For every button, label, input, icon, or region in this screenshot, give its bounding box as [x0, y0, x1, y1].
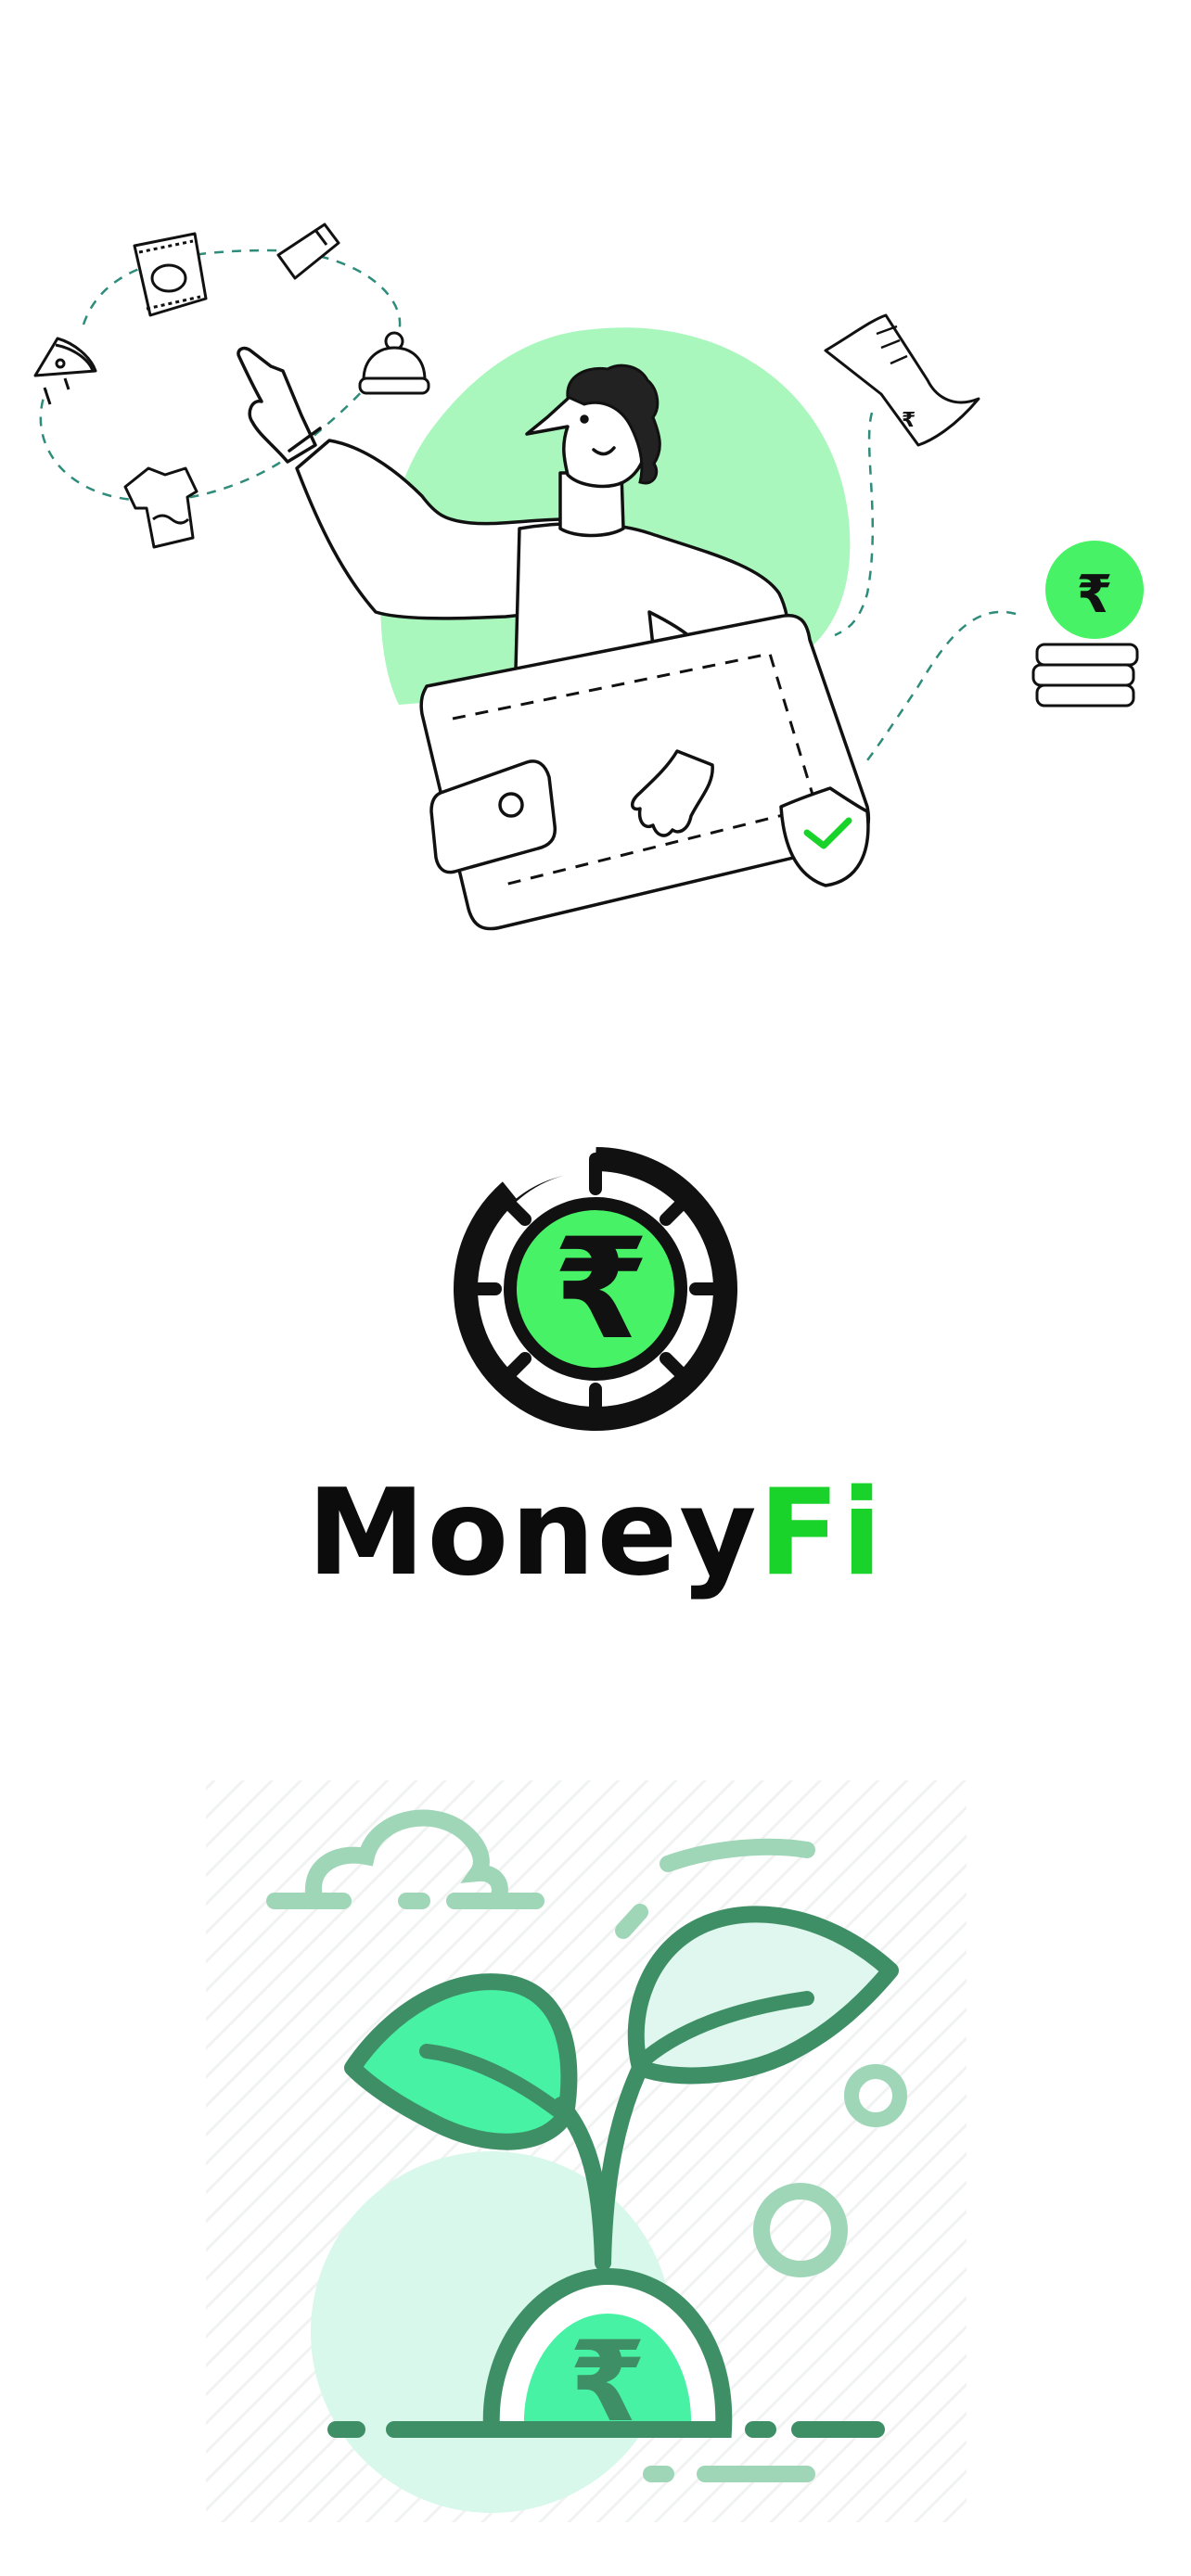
rupee-plant-illustration: ₹	[206, 1780, 967, 2522]
rupee-coin-logo: ₹	[454, 1144, 737, 1431]
tshirt-icon	[123, 466, 198, 549]
snack-packet-icon	[133, 232, 208, 317]
receipt-rupee: ₹	[902, 409, 916, 432]
brand-logo-block: ₹ MoneyFi	[0, 1131, 1191, 1651]
brand-name-primary: Money	[307, 1464, 759, 1602]
coin-rupee: ₹	[1077, 565, 1113, 625]
logo-rupee-symbol: ₹	[553, 1209, 649, 1371]
growth-illustration: ₹	[0, 1762, 1191, 2541]
coin-stack-icon: ₹	[1031, 541, 1144, 708]
beanie-hat-icon	[358, 331, 430, 395]
brand-name-accent: Fi	[758, 1464, 884, 1602]
receipt-icon: ₹	[824, 313, 980, 447]
hero-illustration: ₹ ₹	[0, 0, 1191, 1001]
pizza-slice-icon	[33, 337, 97, 405]
person-with-wallet-illustration: ₹ ₹	[33, 223, 1144, 931]
brand-name: MoneyFi	[0, 1474, 1191, 1593]
chocolate-bar-icon	[276, 223, 340, 280]
shield-check-icon	[779, 786, 870, 887]
coin-dashed-line	[865, 610, 1017, 761]
